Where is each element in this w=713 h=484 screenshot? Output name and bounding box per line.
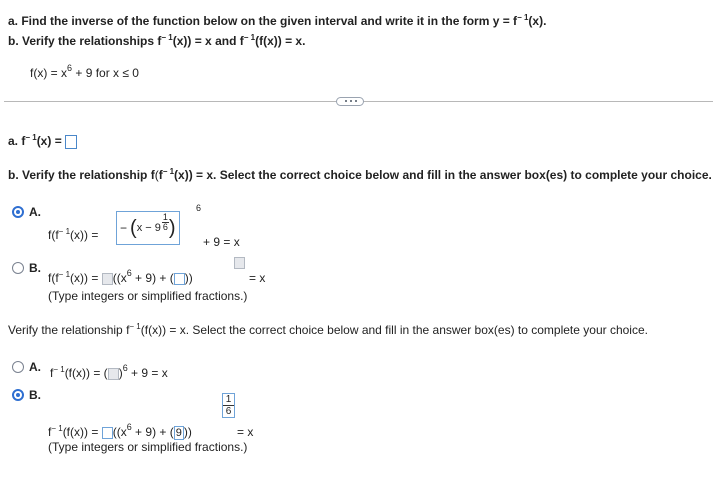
part-b-hint: (Type integers or simplified fractions.) [48,289,248,303]
part-c-option-b-exponent-box[interactable]: 1 6 [222,393,235,418]
part-c-option-a-answer-box[interactable] [107,367,119,380]
part-c-prompt: Verify the relationship f− 1(f(x)) = x. … [8,322,648,337]
function-definition: f(x) = x6 + 9 for x ≤ 0 [30,63,139,80]
part-b-option-a-tail: + 9 = x [203,235,240,249]
part-b-option-a-radio[interactable] [12,206,24,218]
part-b-option-b-equals: = x [249,271,266,285]
part-b-option-b-constant-box[interactable] [173,272,185,285]
dot-icon [350,100,352,102]
inverse-superscript: − 1 [517,13,529,22]
part-c-option-b-radio[interactable] [12,389,24,401]
part-b-prompt: b. Verify the relationship f(f− 1(x)) = … [8,167,712,182]
part-b-option-b-exponent-box-wrap [234,255,245,269]
dot-icon [355,100,357,102]
question-part-a: a. Find the inverse of the function belo… [8,13,547,28]
more-options-button[interactable] [336,97,364,106]
part-b-option-a-answer-box[interactable]: − ( x − 9 1 6 ) [116,211,180,245]
part-c-option-b-expression: f− 1(f(x)) = ((x6 + 9) + (9)) [48,422,192,440]
part-b-option-b-exponent-box[interactable] [234,256,245,269]
part-c-option-b-constant-box[interactable]: 9 [173,425,184,440]
part-c-option-b-coefficient-box[interactable] [101,426,113,439]
part-c-option-b-equals: = x [237,425,254,439]
part-b-option-b-expression: f(f− 1(x)) = ((x6 + 9) + ()) [48,268,193,285]
part-c-option-a-label: A. [29,360,41,374]
part-b-option-b-radio[interactable] [12,262,24,274]
part-c-option-a-expression: f− 1(f(x)) = ()6 + 9 = x [50,363,168,380]
part-b-option-a-outer-exponent: 6 [196,203,202,213]
part-c-option-a-radio[interactable] [12,361,24,373]
inverse-answer-box[interactable] [65,134,78,149]
part-c-hint: (Type integers or simplified fractions.) [48,440,248,454]
question-part-b: b. Verify the relationships f− 1(x)) = x… [8,33,306,48]
part-b-option-a-exponent: 1 6 [161,211,169,232]
dot-icon [345,100,347,102]
part-b-option-b-coefficient-box[interactable] [101,272,113,285]
part-b-option-b-label: B. [29,261,41,275]
part-c-option-b-label: B. [29,388,41,402]
answer-a-row: a. f− 1(x) = [8,133,78,149]
part-b-option-a-label: A. [29,205,41,219]
part-b-option-a-expression: f(f− 1(x)) = [48,227,99,242]
